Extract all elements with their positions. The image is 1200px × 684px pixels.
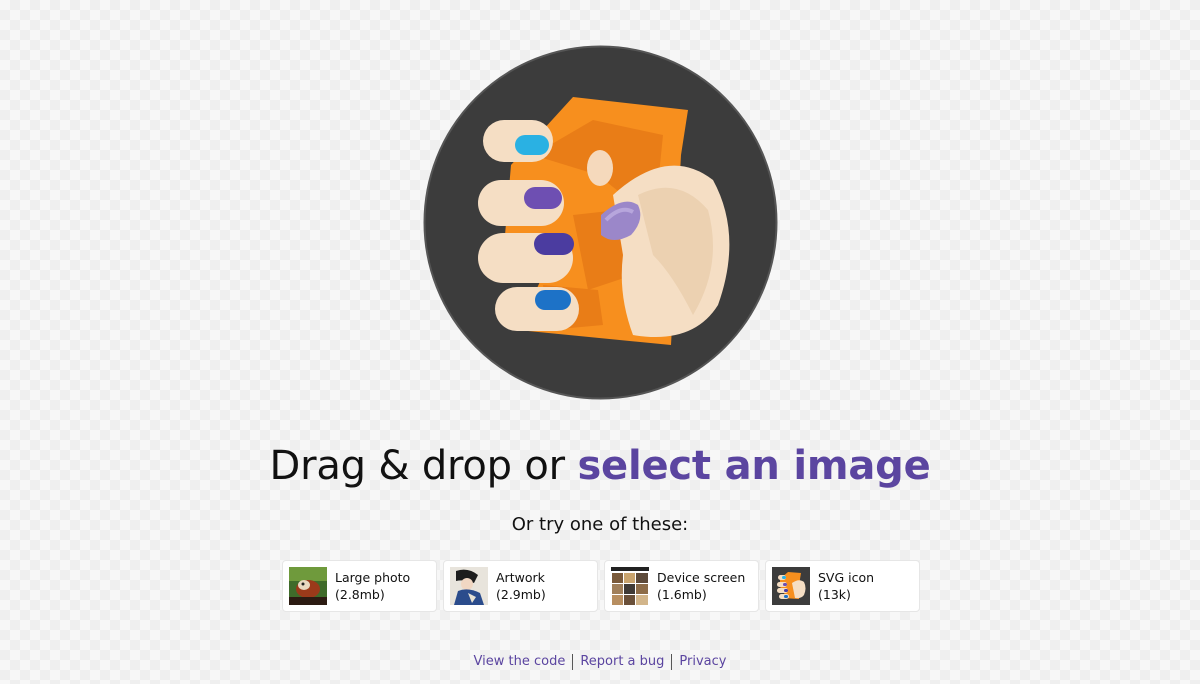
demo-svg-icon-button[interactable]: SVG icon (13k): [765, 560, 920, 612]
hand-squeezing-image-icon: [423, 45, 778, 400]
drop-prompt: Drag & drop or select an image: [0, 440, 1200, 492]
footer-links: View the code Report a bug Privacy: [0, 652, 1200, 672]
demo-size: (13k): [818, 587, 851, 602]
red-panda-photo-icon: [289, 567, 327, 605]
demo-size: (2.9mb): [496, 587, 546, 602]
device-screenshot-icon: [611, 567, 649, 605]
demo-list: Large photo (2.8mb) Artwork (2.9mb) Devi…: [282, 560, 922, 612]
demo-subheading: Or try one of these:: [511, 514, 689, 535]
demo-size: (2.8mb): [335, 587, 385, 602]
demo-title: Device screen: [657, 570, 746, 585]
select-image-link[interactable]: select an image: [577, 443, 930, 489]
privacy-link[interactable]: Privacy: [679, 654, 726, 669]
demo-size: (1.6mb): [657, 587, 707, 602]
view-code-link[interactable]: View the code: [474, 654, 566, 669]
divider: [671, 653, 673, 670]
demo-large-photo-button[interactable]: Large photo (2.8mb): [282, 560, 437, 612]
artwork-painting-icon: [450, 567, 488, 605]
demo-title: Artwork: [496, 570, 545, 585]
demo-title: SVG icon: [818, 570, 875, 585]
report-bug-link[interactable]: Report a bug: [580, 654, 664, 669]
demo-artwork-button[interactable]: Artwork (2.9mb): [443, 560, 598, 612]
drop-prompt-text: Drag & drop or: [269, 443, 565, 489]
demo-title: Large photo: [335, 570, 411, 585]
squoosh-logo-icon: [772, 567, 810, 605]
squoosh-logo: [423, 45, 778, 400]
demo-device-screen-button[interactable]: Device screen (1.6mb): [604, 560, 759, 612]
divider: [572, 653, 574, 670]
